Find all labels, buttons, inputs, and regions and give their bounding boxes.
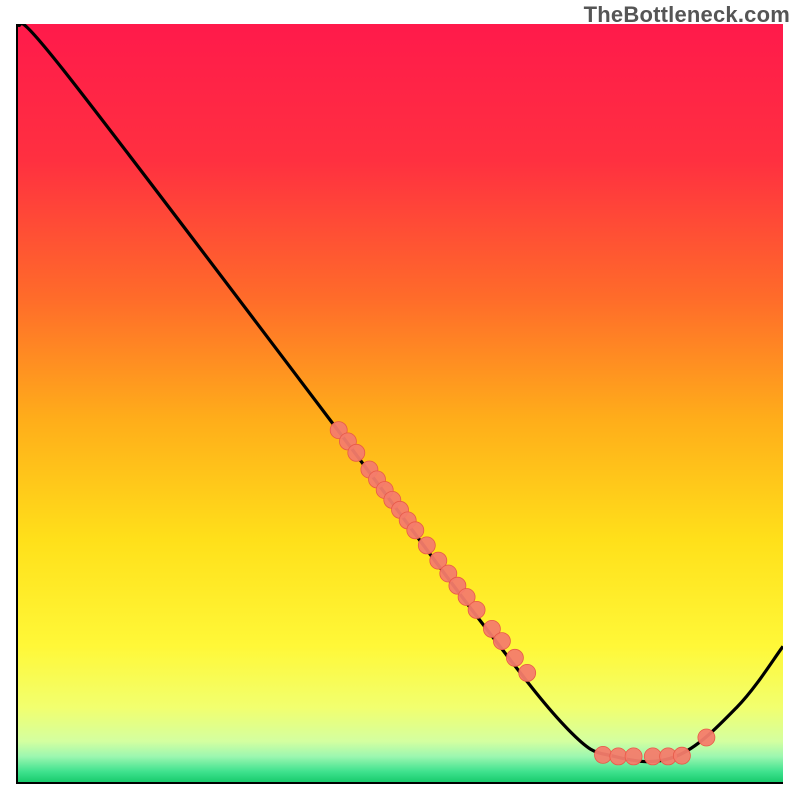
data-point (698, 729, 715, 746)
chart-container: TheBottleneck.com (0, 0, 800, 800)
data-point (348, 444, 365, 461)
data-point (418, 537, 435, 554)
data-point (519, 664, 536, 681)
plot-area (17, 24, 783, 783)
data-point (610, 748, 627, 765)
data-point (673, 747, 690, 764)
x-axis (17, 782, 783, 784)
watermark-text: TheBottleneck.com (584, 2, 790, 28)
data-point (407, 522, 424, 539)
data-point (625, 748, 642, 765)
data-points-layer (17, 24, 783, 783)
data-point (506, 649, 523, 666)
data-point (468, 601, 485, 618)
data-point (493, 633, 510, 650)
data-point (595, 746, 612, 763)
y-axis (16, 24, 18, 784)
data-point (644, 748, 661, 765)
